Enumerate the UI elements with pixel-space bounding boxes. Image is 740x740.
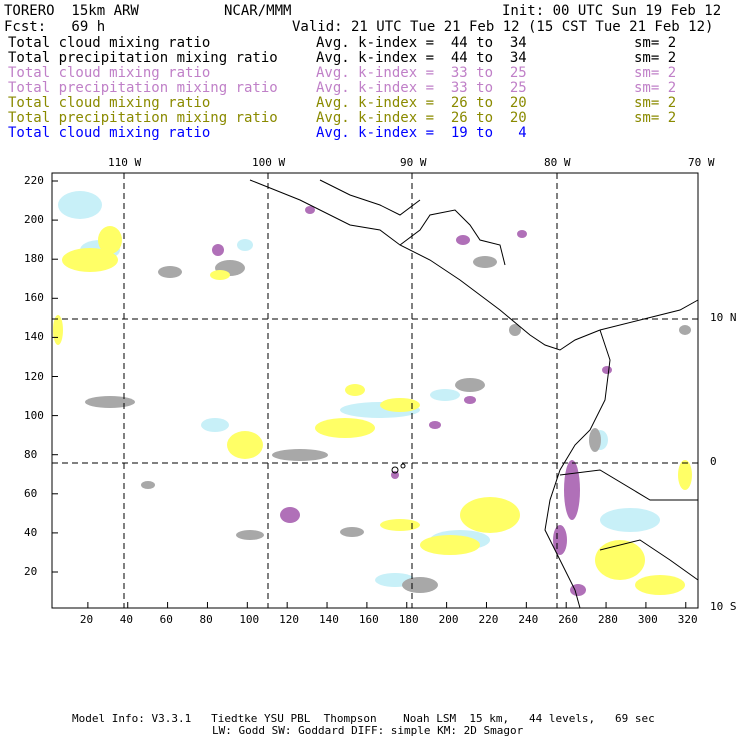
lat-label-10n: 10 N bbox=[710, 311, 737, 324]
y-tick-label: 40 bbox=[24, 525, 38, 539]
forecast-map-figure: TORERO 15km ARW NCAR/MMM Init: 00 UTC Su… bbox=[0, 0, 740, 740]
x-tick-label: 300 bbox=[637, 613, 658, 626]
y-tick-label: 100 bbox=[24, 408, 44, 422]
x-tick-label: 80 bbox=[199, 613, 213, 626]
y-tick-label: 80 bbox=[24, 447, 38, 461]
x-tick-label: 220 bbox=[478, 613, 499, 626]
lon-label-80w: 80 W bbox=[544, 156, 571, 169]
lon-label-110w: 110 W bbox=[108, 156, 142, 169]
axis-ticks bbox=[52, 180, 687, 608]
x-tick-label: 120 bbox=[279, 613, 300, 626]
x-tick-label: 280 bbox=[598, 613, 618, 626]
grid-lines bbox=[52, 173, 698, 608]
x-tick-label: 60 bbox=[159, 613, 173, 626]
y-tick-label: 60 bbox=[24, 486, 38, 500]
y-tick-label: 120 bbox=[24, 369, 44, 383]
x-tick-label: 160 bbox=[358, 613, 379, 626]
lon-label-100w: 100 W bbox=[252, 156, 286, 169]
x-tick-label: 240 bbox=[518, 613, 539, 626]
x-tick-label: 140 bbox=[319, 613, 339, 626]
lat-label-0: 0 bbox=[710, 455, 717, 468]
x-tick-label: 40 bbox=[119, 613, 133, 626]
x-tick-label: 100 bbox=[239, 613, 260, 626]
lat-label-10s: 10 S bbox=[710, 600, 737, 613]
x-tick-label: 180 bbox=[398, 613, 419, 626]
precip-blobs bbox=[53, 191, 692, 596]
x-tick-label: 320 bbox=[677, 613, 698, 626]
lon-label-90w: 90 W bbox=[400, 156, 427, 169]
y-tick-label: 200 bbox=[24, 213, 44, 227]
model-info-line2: LW: Godd SW: Goddard DIFF: simple KM: 2D… bbox=[212, 724, 524, 737]
y-tick-label: 20 bbox=[24, 565, 38, 578]
map-frame bbox=[51, 172, 699, 609]
lon-label-70w: 70 W bbox=[688, 156, 715, 169]
x-tick-label: 200 bbox=[438, 613, 459, 626]
y-tick-label: 140 bbox=[24, 330, 44, 344]
map-plot bbox=[51, 172, 699, 609]
y-tick-label: 160 bbox=[24, 291, 44, 305]
x-tick-label: 260 bbox=[558, 613, 579, 626]
y-tick-label: 180 bbox=[24, 252, 44, 266]
x-tick-label: 20 bbox=[79, 613, 94, 626]
y-tick-label: 220 bbox=[24, 174, 44, 187]
